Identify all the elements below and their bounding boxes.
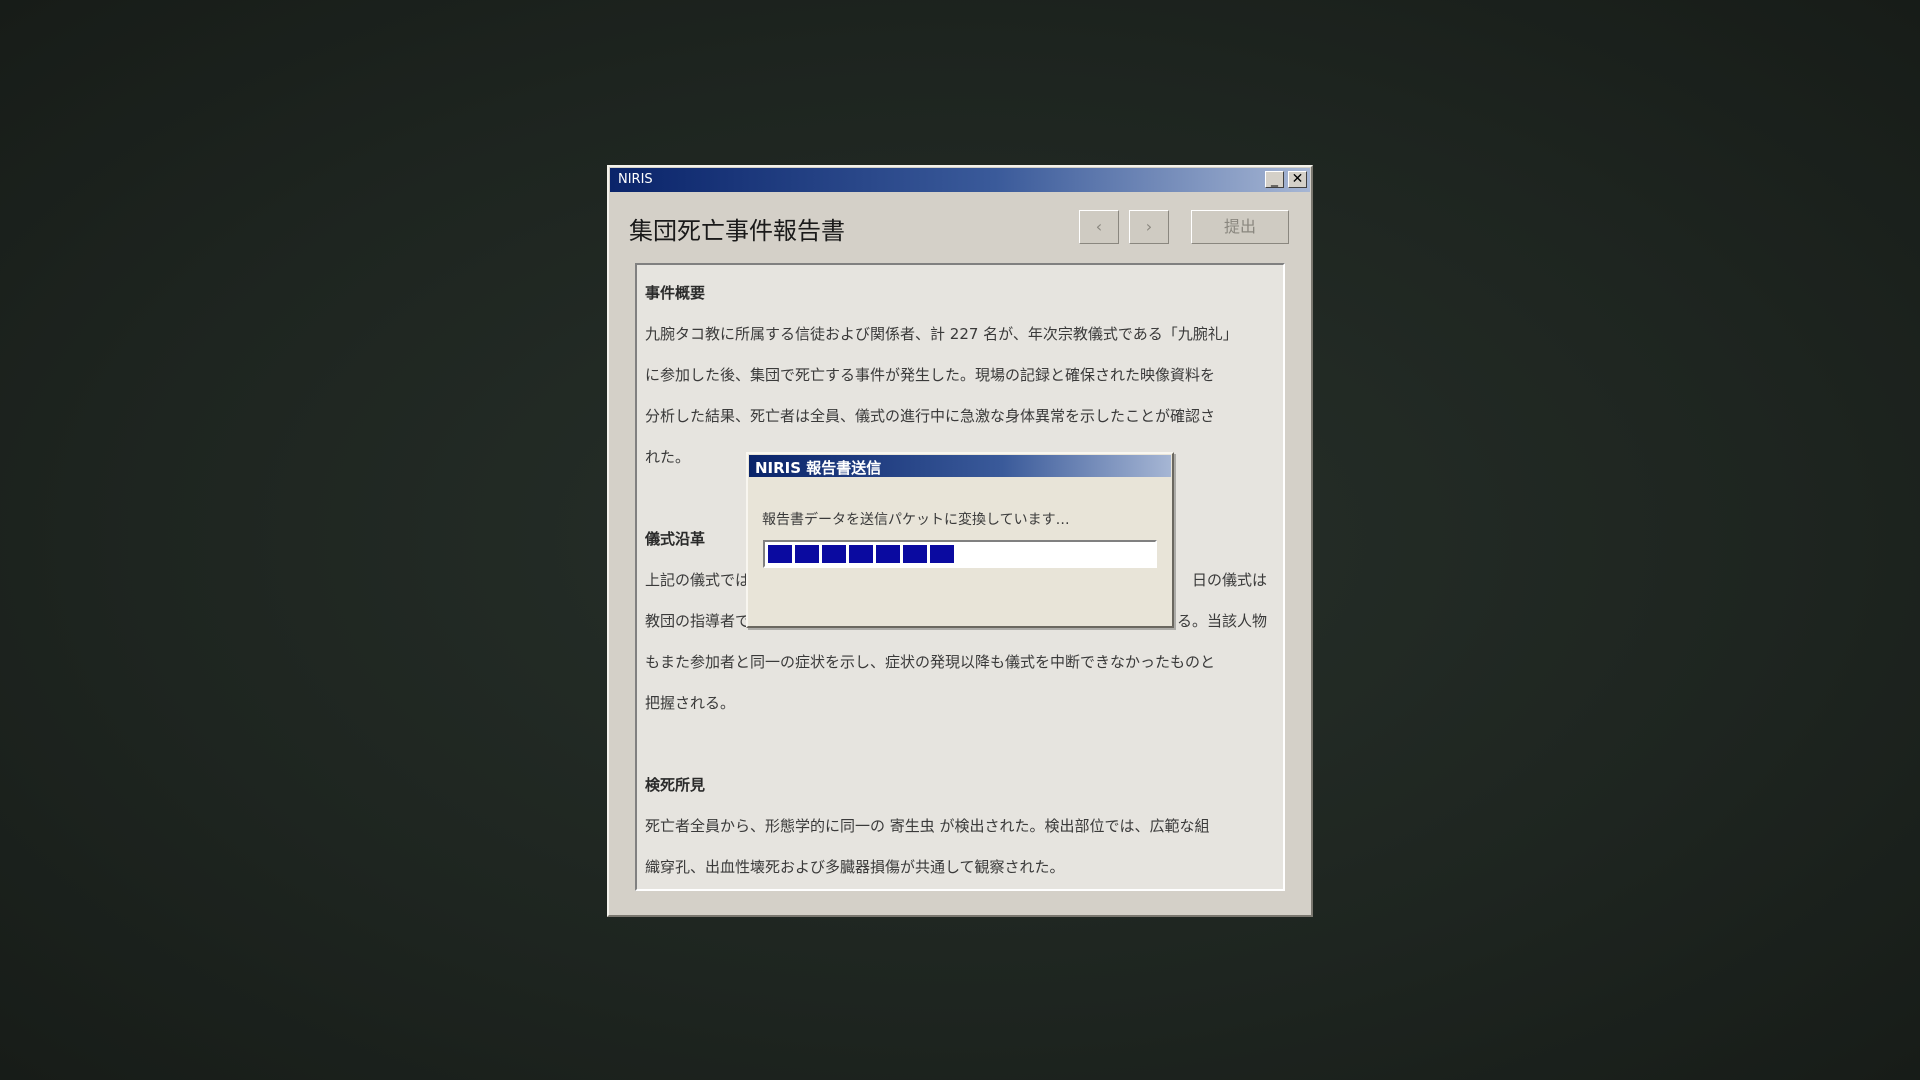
section-overview: 事件概要 九腕タコ教に所属する信徒および関係者、計 227 名が、年次宗教儀式で…: [645, 273, 1275, 478]
paragraph-line: に参加した後、集団で死亡する事件が発生した。現場の記録と確保された映像資料を: [645, 366, 1216, 384]
window-titlebar[interactable]: NIRIS _ ✕: [610, 168, 1310, 192]
section-autopsy: 検死所見 死亡者全員から、形態学的に同一の 寄生虫 が検出された。検出部位では、…: [645, 765, 1275, 888]
progress-block: [876, 545, 900, 563]
prev-page-button[interactable]: ‹: [1079, 210, 1119, 244]
window-title: NIRIS: [618, 172, 653, 187]
paragraph-line: 分析した結果、死亡者は全員、儀式の進行中に急激な身体異常を示したことが確認さ: [645, 407, 1216, 425]
send-report-dialog: NIRIS 報告書送信 報告書データを送信パケットに変換しています…: [746, 452, 1174, 628]
close-button[interactable]: ✕: [1288, 171, 1307, 188]
paragraph-line: 織穿孔、出血性壊死および多臓器損傷が共通して観察された。: [645, 858, 1065, 876]
minimize-button[interactable]: _: [1265, 171, 1284, 188]
progress-bar: [763, 540, 1157, 568]
progress-block: [930, 545, 954, 563]
section-heading: 事件概要: [645, 284, 706, 302]
submit-button[interactable]: 提出: [1191, 210, 1289, 244]
paragraph-line-tail: 日の儀式は: [1191, 571, 1267, 589]
progress-fill: [768, 545, 954, 563]
progress-block: [822, 545, 846, 563]
progress-block: [795, 545, 819, 563]
progress-block: [768, 545, 792, 563]
progress-block: [849, 545, 873, 563]
paragraph-line: 死亡者全員から、形態学的に同一の 寄生虫 が検出された。検出部位では、広範な組: [645, 817, 1210, 835]
next-page-button[interactable]: ›: [1129, 210, 1169, 244]
paragraph-line: 把握される。: [645, 694, 736, 712]
dialog-title: NIRIS 報告書送信: [755, 459, 882, 477]
page-title: 集団死亡事件報告書: [629, 217, 845, 245]
dialog-titlebar[interactable]: NIRIS 報告書送信: [749, 455, 1171, 477]
progress-block: [903, 545, 927, 563]
section-heading: 検死所見: [645, 776, 706, 794]
paragraph-line: 九腕タコ教に所属する信徒および関係者、計 227 名が、年次宗教儀式である「九腕…: [645, 325, 1238, 343]
dialog-message: 報告書データを送信パケットに変換しています…: [762, 512, 1070, 528]
paragraph-line-tail: る。当該人物: [1176, 612, 1267, 630]
paragraph-line: もまた参加者と同一の症状を示し、症状の発現以降も儀式を中断できなかったものと: [645, 653, 1216, 671]
